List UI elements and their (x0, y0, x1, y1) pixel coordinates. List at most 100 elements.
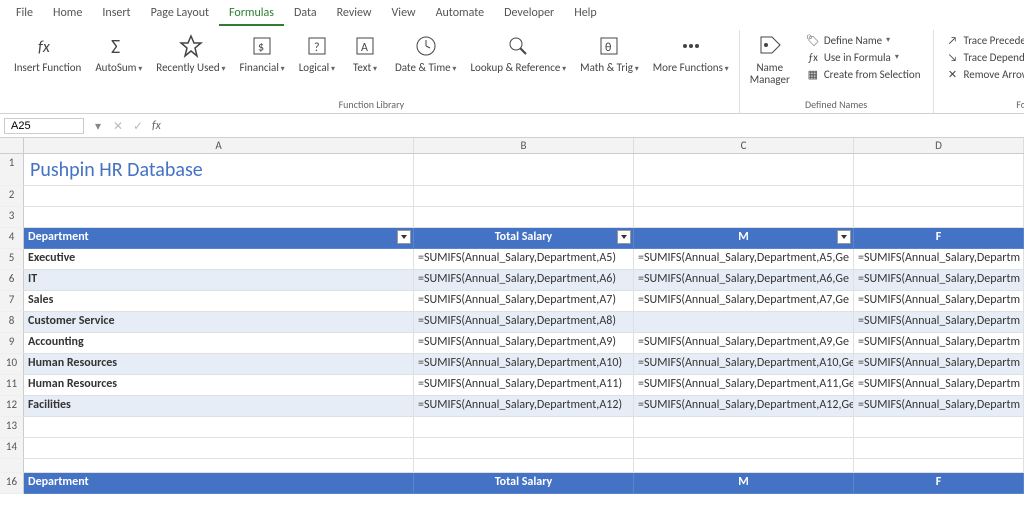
cell[interactable] (24, 459, 414, 473)
row-header[interactable]: 12 (0, 396, 24, 417)
row-header[interactable]: 3 (0, 207, 24, 228)
table-header-f[interactable]: F (854, 228, 1024, 249)
cell-department[interactable]: Sales (24, 291, 414, 312)
trace-precedents-button[interactable]: ↗Trace Precedents (942, 32, 1024, 48)
filter-arrow-icon[interactable] (837, 230, 851, 244)
tab-automate[interactable]: Automate (426, 2, 495, 26)
name-box-dropdown[interactable]: ▾ (88, 119, 108, 133)
cell-formula[interactable]: =SUMIFS(Annual_Salary,Departm (854, 354, 1024, 375)
table-header-m-2[interactable]: M (634, 473, 854, 494)
tab-insert[interactable]: Insert (92, 2, 140, 26)
cell-formula[interactable]: =SUMIFS(Annual_Salary,Department,A5,Ge (634, 249, 854, 270)
row-header[interactable] (0, 459, 24, 473)
cell-formula[interactable]: =SUMIFS(Annual_Salary,Departm (854, 375, 1024, 396)
row-header[interactable]: 7 (0, 291, 24, 312)
cell[interactable] (854, 186, 1024, 207)
cell[interactable] (414, 186, 634, 207)
cell[interactable] (854, 438, 1024, 459)
autosum-button[interactable]: Σ AutoSum ▾ (89, 30, 148, 77)
tab-developer[interactable]: Developer (494, 2, 564, 26)
cell-formula[interactable]: =SUMIFS(Annual_Salary,Department,A5) (414, 249, 634, 270)
tab-review[interactable]: Review (327, 2, 382, 26)
cell[interactable] (634, 438, 854, 459)
cell[interactable] (634, 207, 854, 228)
cell-formula[interactable]: =SUMIFS(Annual_Salary,Department,A11,Ge (634, 375, 854, 396)
cell-formula[interactable]: =SUMIFS(Annual_Salary,Department,A8) (414, 312, 634, 333)
financial-button[interactable]: $ Financial ▾ (233, 30, 290, 77)
cell[interactable] (24, 417, 414, 438)
table-header-total-2[interactable]: Total Salary (414, 473, 634, 494)
row-header[interactable]: 8 (0, 312, 24, 333)
name-manager-button[interactable]: Name Manager (744, 30, 796, 88)
define-name-button[interactable]: 🏷Define Name▾ (802, 32, 925, 48)
cell-department[interactable]: Customer Service (24, 312, 414, 333)
cell-formula[interactable]: =SUMIFS(Annual_Salary,Department,A6,Ge (634, 270, 854, 291)
recently-used-button[interactable]: Recently Used ▾ (150, 30, 231, 77)
cell[interactable] (414, 438, 634, 459)
select-all-corner[interactable] (0, 138, 24, 153)
insert-function-button[interactable]: fx Insert Function (8, 30, 87, 76)
logical-button[interactable]: ? Logical ▾ (293, 30, 341, 77)
table-header-f-2[interactable]: F (854, 473, 1024, 494)
row-header[interactable]: 6 (0, 270, 24, 291)
tab-page-layout[interactable]: Page Layout (141, 2, 219, 26)
use-in-formula-button[interactable]: ƒxUse in Formula▾ (802, 49, 925, 65)
col-header-c[interactable]: C (634, 138, 854, 153)
cell-formula[interactable]: =SUMIFS(Annual_Salary,Departm (854, 312, 1024, 333)
row-header[interactable]: 9 (0, 333, 24, 354)
name-box[interactable] (4, 118, 84, 134)
cell-formula[interactable]: =SUMIFS(Annual_Salary,Departm (854, 396, 1024, 417)
remove-arrows-button[interactable]: ✕Remove Arrows▾ (942, 66, 1024, 82)
cell[interactable] (854, 459, 1024, 473)
tab-file[interactable]: File (6, 2, 43, 26)
cell-formula[interactable]: =SUMIFS(Annual_Salary,Department,A12,Ge (634, 396, 854, 417)
row-header[interactable]: 4 (0, 228, 24, 249)
row-header[interactable]: 14 (0, 438, 24, 459)
cell-department[interactable]: IT (24, 270, 414, 291)
cell-formula[interactable]: =SUMIFS(Annual_Salary,Departm (854, 333, 1024, 354)
create-from-selection-button[interactable]: ▦Create from Selection (802, 66, 925, 82)
title-cell[interactable]: Pushpin HR Database (24, 154, 414, 186)
cell[interactable] (854, 207, 1024, 228)
date-time-button[interactable]: Date & Time ▾ (389, 30, 462, 77)
tab-home[interactable]: Home (43, 2, 92, 26)
cell[interactable] (414, 154, 634, 186)
row-header[interactable]: 11 (0, 375, 24, 396)
filter-arrow-icon[interactable] (617, 230, 631, 244)
cell-formula[interactable]: =SUMIFS(Annual_Salary,Department,A9) (414, 333, 634, 354)
row-header[interactable]: 10 (0, 354, 24, 375)
cell[interactable] (24, 207, 414, 228)
accept-formula-button[interactable]: ✓ (128, 119, 148, 133)
cell-department[interactable]: Facilities (24, 396, 414, 417)
cell[interactable] (634, 417, 854, 438)
cell-formula[interactable]: =SUMIFS(Annual_Salary,Department,A9,Ge (634, 333, 854, 354)
filter-arrow-icon[interactable] (397, 230, 411, 244)
math-trig-button[interactable]: θ Math & Trig ▾ (574, 30, 645, 77)
row-header[interactable]: 16 (0, 473, 24, 494)
row-header[interactable]: 1 (0, 154, 24, 186)
cell-department[interactable]: Human Resources (24, 354, 414, 375)
table-header-department-2[interactable]: Department (24, 473, 414, 494)
table-header-m[interactable]: M (634, 228, 854, 249)
cell-formula[interactable]: =SUMIFS(Annual_Salary,Department,A10) (414, 354, 634, 375)
cell-formula[interactable] (634, 312, 854, 333)
table-header-department[interactable]: Department (24, 228, 414, 249)
cell-formula[interactable]: =SUMIFS(Annual_Salary,Department,A7) (414, 291, 634, 312)
cell[interactable] (24, 186, 414, 207)
cell[interactable] (634, 154, 854, 186)
row-header[interactable]: 13 (0, 417, 24, 438)
cell[interactable] (24, 438, 414, 459)
tab-view[interactable]: View (382, 2, 426, 26)
cell[interactable] (414, 417, 634, 438)
cell-formula[interactable]: =SUMIFS(Annual_Salary,Departm (854, 291, 1024, 312)
col-header-a[interactable]: A (24, 138, 414, 153)
cell-formula[interactable]: =SUMIFS(Annual_Salary,Department,A7,Ge (634, 291, 854, 312)
lookup-reference-button[interactable]: Lookup & Reference ▾ (464, 30, 572, 77)
tab-data[interactable]: Data (284, 2, 327, 26)
cell-formula[interactable]: =SUMIFS(Annual_Salary,Departm (854, 270, 1024, 291)
cell-department[interactable]: Human Resources (24, 375, 414, 396)
cell-formula[interactable]: =SUMIFS(Annual_Salary,Department,A12) (414, 396, 634, 417)
cell-formula[interactable]: =SUMIFS(Annual_Salary,Department,A6) (414, 270, 634, 291)
cell-department[interactable]: Executive (24, 249, 414, 270)
col-header-d[interactable]: D (854, 138, 1024, 153)
